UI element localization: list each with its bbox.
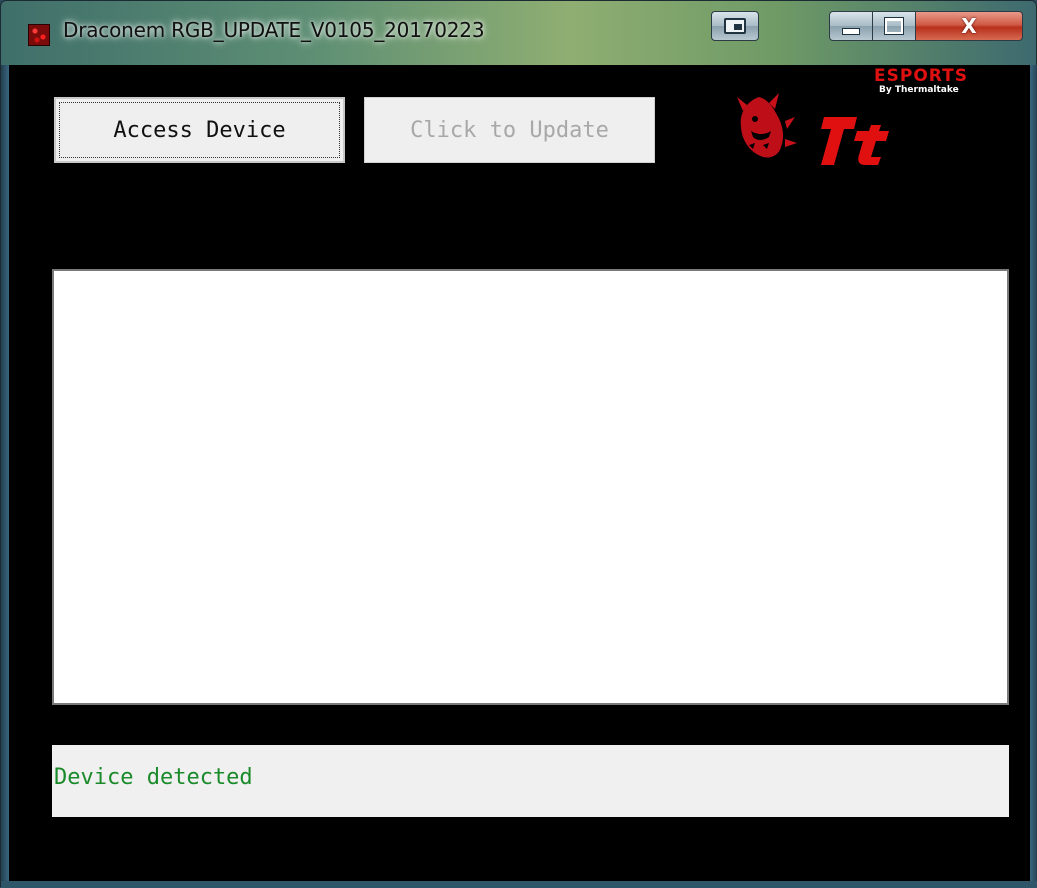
close-icon: X <box>961 14 977 38</box>
status-text: Device detected <box>54 765 253 790</box>
log-output-area[interactable] <box>52 269 1009 705</box>
snap-window-button[interactable] <box>711 11 759 41</box>
by-thermaltake-text: By Thermaltake <box>879 85 959 95</box>
client-area: Access Device Click to Update Device det… <box>9 65 1030 881</box>
status-box: Device detected <box>52 745 1009 817</box>
minimize-icon <box>842 27 860 35</box>
dragon-logo-icon <box>737 93 889 165</box>
tt-esports-logo <box>729 87 1019 177</box>
window-border-left <box>1 65 9 881</box>
title-bar[interactable]: Draconem RGB_UPDATE_V0105_20170223 X <box>1 1 1036 65</box>
window-title: Draconem RGB_UPDATE_V0105_20170223 <box>63 18 485 42</box>
maximize-button[interactable] <box>872 11 916 41</box>
window-border-right <box>1030 65 1037 881</box>
snap-window-icon <box>724 18 746 34</box>
access-device-label: Access Device <box>113 117 286 143</box>
draconem-app-icon[interactable] <box>28 24 50 46</box>
close-button[interactable]: X <box>915 11 1023 41</box>
app-window: Draconem RGB_UPDATE_V0105_20170223 X Acc… <box>0 0 1037 888</box>
click-to-update-label: Click to Update <box>410 117 609 143</box>
access-device-button[interactable]: Access Device <box>54 97 345 163</box>
minimize-button[interactable] <box>829 11 873 41</box>
maximize-icon <box>884 17 904 35</box>
click-to-update-button[interactable]: Click to Update <box>364 97 655 163</box>
esports-logo-text: ESPORTS <box>874 66 968 86</box>
